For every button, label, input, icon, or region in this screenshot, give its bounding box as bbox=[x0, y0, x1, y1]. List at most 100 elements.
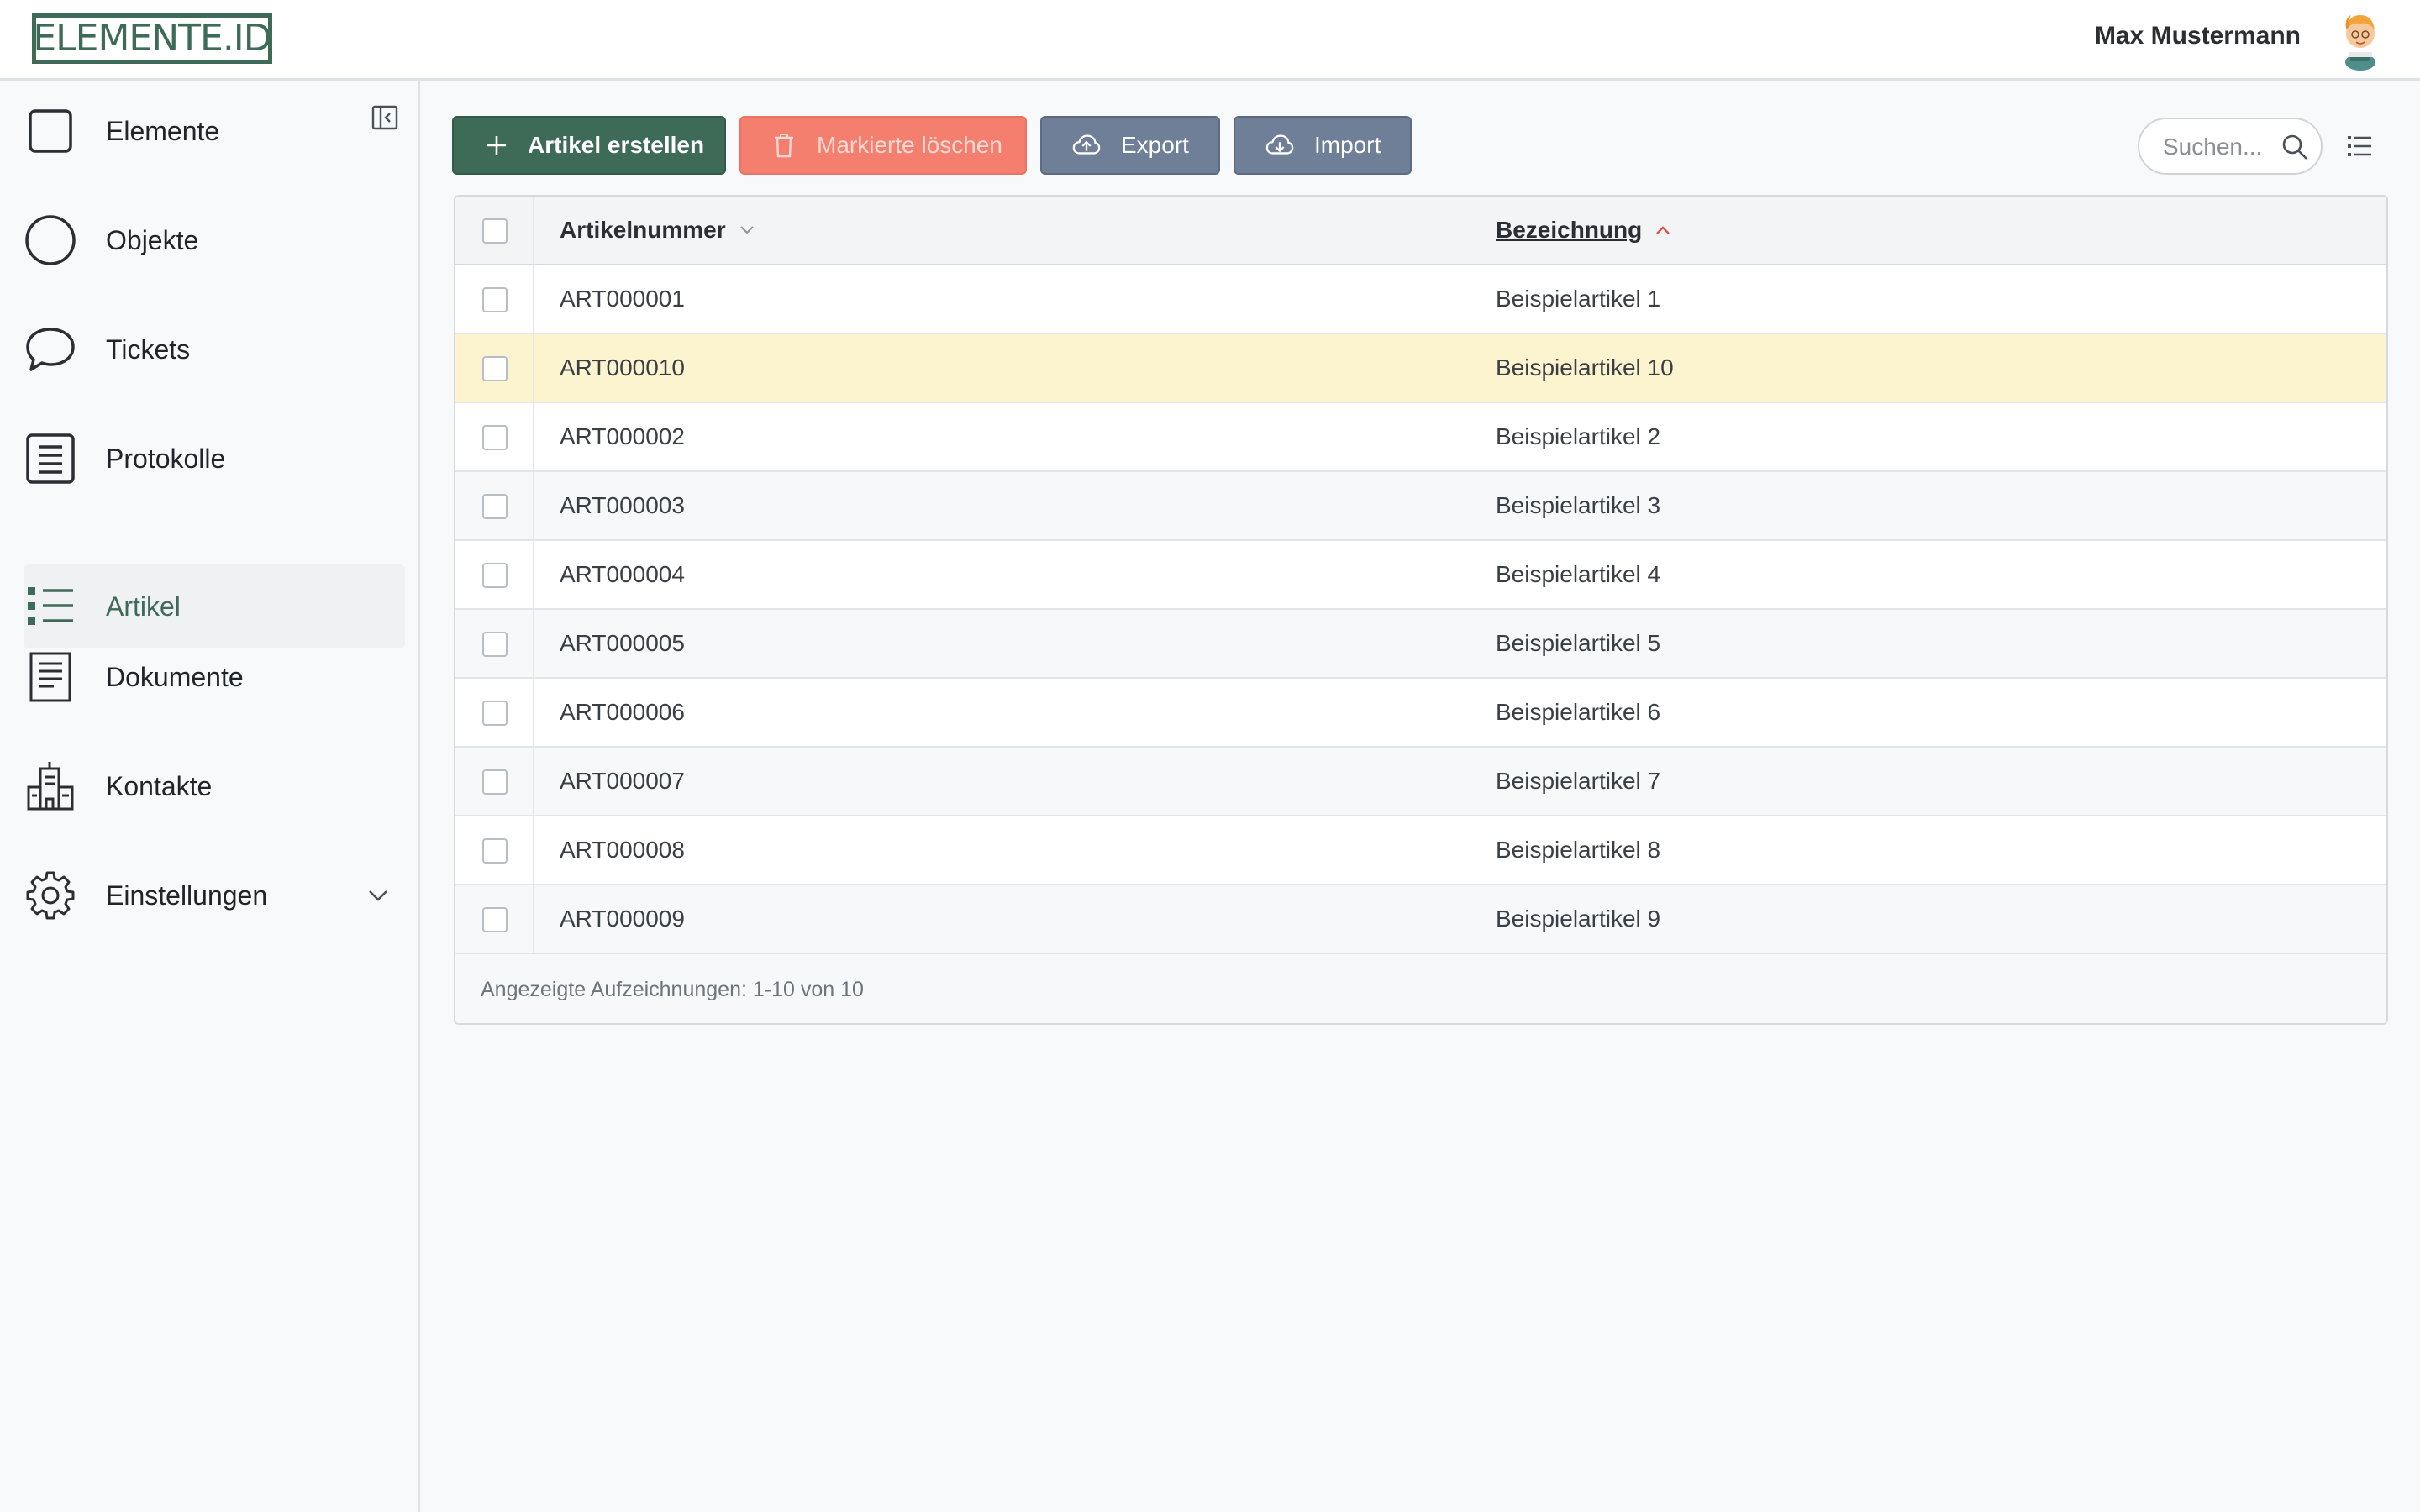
cell-artikelnummer: ART000005 bbox=[560, 630, 685, 656]
sidebar-item-protokolle[interactable]: Protokolle bbox=[24, 417, 405, 501]
delete-selected-button[interactable]: Markierte löschen bbox=[739, 116, 1027, 175]
column-header-label: Bezeichnung bbox=[1496, 217, 1643, 243]
cell-artikelnummer: ART000003 bbox=[560, 492, 685, 518]
column-header-bezeichnung[interactable]: Bezeichnung bbox=[1496, 217, 1672, 244]
import-label: Import bbox=[1314, 132, 1381, 158]
row-check-cell bbox=[455, 610, 534, 677]
table-row[interactable]: ART000004 Beispielartikel 4 bbox=[455, 541, 2386, 610]
cell-bezeichnung: Beispielartikel 1 bbox=[1496, 286, 1661, 312]
sidebar: Elemente Objekte Tickets Protokolle Arti bbox=[0, 81, 420, 1512]
search-box bbox=[2138, 118, 2323, 175]
cell-bezeichnung: Beispielartikel 7 bbox=[1496, 768, 1661, 794]
search-input[interactable] bbox=[2161, 129, 2274, 165]
sidebar-item-objekte[interactable]: Objekte bbox=[24, 198, 405, 282]
row-check-cell bbox=[455, 885, 534, 953]
row-checkbox[interactable] bbox=[482, 494, 508, 519]
sidebar-item-label: Einstellungen bbox=[106, 879, 268, 911]
row-checkbox[interactable] bbox=[482, 701, 508, 726]
sidebar-item-label: Artikel bbox=[106, 591, 181, 622]
cell-bezeichnung: Beispielartikel 2 bbox=[1496, 423, 1661, 449]
sidebar-item-dokumente[interactable]: Dokumente bbox=[24, 635, 405, 719]
sidebar-item-einstellungen[interactable]: Einstellungen bbox=[24, 853, 405, 937]
search-icon[interactable] bbox=[2281, 133, 2309, 161]
plus-icon bbox=[482, 131, 511, 160]
row-check-cell bbox=[455, 541, 534, 608]
row-check-cell bbox=[455, 403, 534, 470]
cell-bezeichnung: Beispielartikel 3 bbox=[1496, 492, 1661, 518]
table-row[interactable]: ART000009 Beispielartikel 9 bbox=[455, 885, 2386, 954]
cell-bezeichnung: Beispielartikel 10 bbox=[1496, 354, 1674, 381]
import-button[interactable]: Import bbox=[1234, 116, 1412, 175]
select-all-checkbox[interactable] bbox=[482, 218, 508, 244]
row-check-cell bbox=[455, 472, 534, 539]
chat-bubble-icon bbox=[24, 323, 77, 376]
records-info: Angezeigte Aufzeichnungen: 1-10 von 10 bbox=[481, 978, 864, 1001]
row-checkbox[interactable] bbox=[482, 287, 508, 312]
document-list-icon bbox=[24, 432, 77, 486]
row-check-cell bbox=[455, 334, 534, 402]
app-root: ELEMENTE.ID Max Mustermann Elemente Obje… bbox=[0, 0, 2420, 1512]
sidebar-item-label: Kontakte bbox=[106, 770, 213, 801]
sidebar-item-label: Dokumente bbox=[106, 661, 244, 692]
sidebar-item-label: Objekte bbox=[106, 224, 199, 255]
table-row[interactable]: ART000003 Beispielartikel 3 bbox=[455, 472, 2386, 541]
sort-chevron-down-icon bbox=[739, 226, 754, 234]
create-article-label: Artikel erstellen bbox=[528, 132, 705, 158]
cell-artikelnummer: ART000004 bbox=[560, 561, 685, 587]
table-row[interactable]: ART000001 Beispielartikel 1 bbox=[455, 265, 2386, 334]
logo-text: ELEMENTE.ID bbox=[33, 17, 271, 60]
create-article-button[interactable]: Artikel erstellen bbox=[452, 116, 726, 175]
row-checkbox[interactable] bbox=[482, 356, 508, 381]
cell-artikelnummer: ART000007 bbox=[560, 768, 685, 794]
column-list-icon[interactable] bbox=[2346, 133, 2373, 160]
row-checkbox[interactable] bbox=[482, 838, 508, 864]
table-row[interactable]: ART000010 Beispielartikel 10 bbox=[455, 334, 2386, 403]
sidebar-item-label: Protokolle bbox=[106, 443, 226, 474]
cell-artikelnummer: ART000010 bbox=[560, 354, 685, 381]
table-row[interactable]: ART000007 Beispielartikel 7 bbox=[455, 748, 2386, 816]
table-row[interactable]: ART000008 Beispielartikel 8 bbox=[455, 816, 2386, 885]
document-icon bbox=[24, 650, 77, 704]
avatar[interactable] bbox=[2336, 8, 2385, 72]
export-label: Export bbox=[1121, 132, 1189, 158]
table-row[interactable]: ART000002 Beispielartikel 2 bbox=[455, 403, 2386, 472]
cloud-download-icon bbox=[1265, 131, 1294, 160]
user-name[interactable]: Max Mustermann bbox=[2095, 22, 2301, 50]
gear-icon bbox=[24, 869, 77, 922]
row-checkbox[interactable] bbox=[482, 632, 508, 657]
sidebar-item-kontakte[interactable]: Kontakte bbox=[24, 744, 405, 828]
cell-artikelnummer: ART000009 bbox=[560, 906, 685, 932]
top-header: ELEMENTE.ID Max Mustermann bbox=[0, 0, 2420, 81]
column-header-artikelnummer[interactable]: Artikelnummer bbox=[560, 217, 756, 244]
cell-bezeichnung: Beispielartikel 6 bbox=[1496, 699, 1661, 725]
row-check-cell bbox=[455, 679, 534, 746]
cell-bezeichnung: Beispielartikel 9 bbox=[1496, 906, 1661, 932]
sort-chevron-up-icon bbox=[1656, 226, 1670, 234]
cell-artikelnummer: ART000002 bbox=[560, 423, 685, 449]
chevron-down-icon[interactable] bbox=[366, 884, 390, 907]
cell-bezeichnung: Beispielartikel 8 bbox=[1496, 837, 1661, 863]
row-checkbox[interactable] bbox=[482, 769, 508, 795]
cell-artikelnummer: ART000008 bbox=[560, 837, 685, 863]
circle-icon bbox=[24, 213, 77, 267]
row-check-cell bbox=[455, 816, 534, 884]
row-check-cell bbox=[455, 265, 534, 333]
sidebar-item-elemente[interactable]: Elemente bbox=[24, 89, 405, 173]
sidebar-item-label: Elemente bbox=[106, 115, 220, 146]
row-checkbox[interactable] bbox=[482, 907, 508, 932]
table-footer: Angezeigte Aufzeichnungen: 1-10 von 10 bbox=[455, 954, 2386, 1023]
export-button[interactable]: Export bbox=[1040, 116, 1220, 175]
cell-artikelnummer: ART000006 bbox=[560, 699, 685, 725]
table-row[interactable]: ART000006 Beispielartikel 6 bbox=[455, 679, 2386, 748]
sidebar-item-tickets[interactable]: Tickets bbox=[24, 307, 405, 391]
bullet-list-icon bbox=[24, 580, 77, 633]
cloud-upload-icon bbox=[1072, 131, 1101, 160]
app-logo[interactable]: ELEMENTE.ID bbox=[32, 13, 272, 64]
cell-bezeichnung: Beispielartikel 4 bbox=[1496, 561, 1661, 587]
table-row[interactable]: ART000005 Beispielartikel 5 bbox=[455, 610, 2386, 679]
cell-bezeichnung: Beispielartikel 5 bbox=[1496, 630, 1661, 656]
cell-artikelnummer: ART000001 bbox=[560, 286, 685, 312]
row-checkbox[interactable] bbox=[482, 563, 508, 588]
row-check-cell bbox=[455, 748, 534, 815]
row-checkbox[interactable] bbox=[482, 425, 508, 450]
